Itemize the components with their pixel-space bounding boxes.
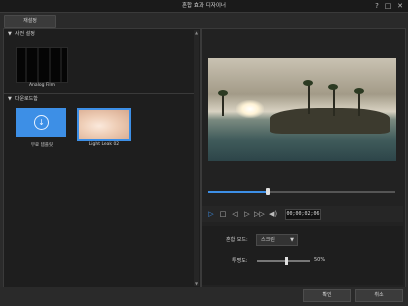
blend-mode-value: 스크린 bbox=[261, 237, 275, 243]
play-icon[interactable]: ▷ bbox=[206, 207, 216, 221]
opacity-slider[interactable] bbox=[257, 257, 310, 265]
template-library-panel: ▼ 사전 설정 Analog Film ▼ 다운로드함 ↓ 무료 템플릿 Light… bbox=[3, 28, 201, 288]
preset-section-header[interactable]: ▼ 사전 설정 bbox=[8, 29, 35, 39]
preset-section-title: 사전 설정 bbox=[14, 31, 35, 37]
film-strip bbox=[37, 48, 39, 82]
fast-forward-icon[interactable]: ▷▷ bbox=[254, 207, 265, 221]
palm-leaves bbox=[354, 88, 364, 94]
light-leak-label: Light Leak 02 bbox=[88, 142, 120, 147]
timecode-display: 00;00;02;06 bbox=[285, 209, 321, 220]
film-strip bbox=[49, 48, 51, 82]
scroll-down-icon[interactable]: ▼ bbox=[194, 281, 199, 286]
scrollbar[interactable]: ▲ ▼ bbox=[194, 30, 199, 286]
reset-button[interactable]: 재설정 bbox=[4, 15, 56, 28]
blend-mode-label: 혼합 모드: bbox=[226, 237, 248, 243]
restore-icon[interactable]: □ bbox=[383, 0, 393, 12]
ok-button[interactable]: 확인 bbox=[303, 289, 351, 302]
help-icon[interactable]: ? bbox=[372, 0, 382, 12]
film-strip bbox=[60, 48, 62, 82]
cancel-button[interactable]: 취소 bbox=[355, 289, 403, 302]
film-strip bbox=[25, 48, 27, 82]
previous-frame-icon[interactable]: ◁ bbox=[230, 207, 240, 221]
light-leak-thumbnail[interactable] bbox=[77, 108, 131, 141]
collapse-arrow-icon: ▼ bbox=[8, 96, 12, 102]
download-icon: ↓ bbox=[34, 115, 49, 130]
free-template-label: 무료 템플릿 bbox=[30, 143, 54, 148]
next-frame-icon[interactable]: ▷ bbox=[242, 207, 252, 221]
download-section-title: 다운로드함 bbox=[14, 96, 38, 102]
collapse-arrow-icon: ▼ bbox=[8, 31, 12, 37]
window-title: 혼합 효과 디자이너 bbox=[182, 3, 226, 9]
title-bar: 혼합 효과 디자이너 ? □ ✕ bbox=[0, 0, 408, 13]
chevron-down-icon: ▼ bbox=[290, 237, 294, 243]
palm-leaves bbox=[328, 84, 338, 90]
sun-glare bbox=[236, 100, 264, 118]
palm-trunk bbox=[308, 84, 310, 114]
download-section-header[interactable]: ▼ 다운로드함 bbox=[8, 94, 38, 104]
properties-panel: 혼합 모드: 스크린 ▼ 투명도: 50% bbox=[202, 226, 403, 285]
opacity-label: 투명도: bbox=[232, 258, 248, 264]
toolbar: 재설정 bbox=[0, 13, 408, 28]
palm-leaves bbox=[218, 90, 228, 96]
free-template-button[interactable]: ↓ bbox=[16, 108, 66, 137]
blend-mode-dropdown[interactable]: 스크린 ▼ bbox=[256, 234, 298, 246]
video-preview bbox=[208, 58, 396, 161]
analog-film-label: Analog Film bbox=[28, 83, 56, 88]
scroll-up-icon[interactable]: ▲ bbox=[194, 30, 199, 35]
close-icon[interactable]: ✕ bbox=[395, 0, 405, 12]
palm-trunk bbox=[333, 88, 335, 116]
timeline-slider[interactable] bbox=[208, 188, 395, 195]
analog-film-thumbnail[interactable] bbox=[16, 47, 68, 83]
opacity-value: 50% bbox=[314, 257, 326, 263]
palm-leaves bbox=[303, 80, 313, 86]
timeline-progress bbox=[208, 191, 268, 193]
timeline-thumb[interactable] bbox=[265, 188, 270, 195]
island bbox=[270, 108, 390, 134]
footer-bar: 확인 취소 bbox=[0, 287, 408, 306]
player-controls: ▷ □ ◁ ▷ ▷▷ ◀) 00;00;02;06 bbox=[202, 206, 403, 222]
volume-icon[interactable]: ◀) bbox=[268, 207, 278, 221]
palm-trunk bbox=[222, 94, 224, 116]
palm-trunk bbox=[358, 92, 360, 116]
stop-icon[interactable]: □ bbox=[218, 207, 228, 221]
opacity-slider-thumb[interactable] bbox=[285, 257, 288, 265]
